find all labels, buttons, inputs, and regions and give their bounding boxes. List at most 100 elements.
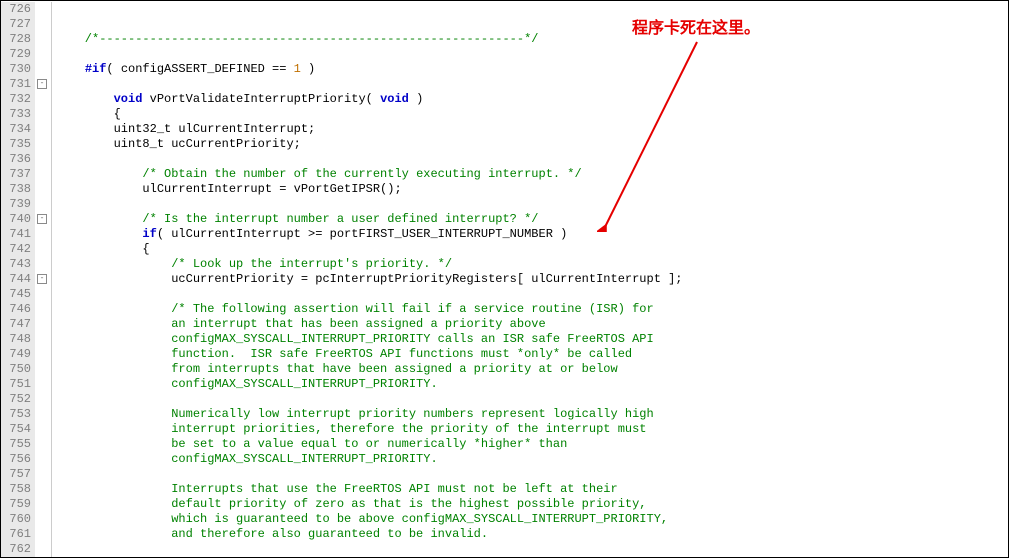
code-line[interactable]: Numerically low interrupt priority numbe… bbox=[56, 407, 1008, 422]
code-token: uint32_t ulCurrentInterrupt; bbox=[56, 122, 315, 136]
code-line[interactable]: ulCurrentInterrupt = vPortGetIPSR(); bbox=[56, 182, 1008, 197]
line-number: 742 bbox=[1, 242, 31, 257]
code-token: configMAX_SYSCALL_INTERRUPT_PRIORITY. bbox=[171, 452, 437, 466]
code-line[interactable] bbox=[56, 287, 1008, 302]
code-token: void bbox=[114, 92, 143, 106]
code-line[interactable] bbox=[56, 392, 1008, 407]
code-line[interactable]: /*--------------------------------------… bbox=[56, 32, 1008, 47]
line-number: 748 bbox=[1, 332, 31, 347]
line-number: 728 bbox=[1, 32, 31, 47]
code-line[interactable] bbox=[56, 152, 1008, 167]
line-number: 750 bbox=[1, 362, 31, 377]
line-number: 761 bbox=[1, 527, 31, 542]
code-token bbox=[56, 452, 171, 466]
code-token bbox=[56, 362, 171, 376]
fold-column[interactable]: - - - bbox=[35, 2, 52, 557]
code-line[interactable] bbox=[56, 467, 1008, 482]
code-token bbox=[56, 257, 171, 271]
code-line[interactable]: ucCurrentPriority = pcInterruptPriorityR… bbox=[56, 272, 1008, 287]
line-number: 741 bbox=[1, 227, 31, 242]
code-token: uint8_t ucCurrentPriority; bbox=[56, 137, 301, 151]
code-token bbox=[56, 527, 171, 541]
code-token: function. ISR safe FreeRTOS API function… bbox=[171, 347, 632, 361]
code-token: #if bbox=[85, 62, 107, 76]
code-line[interactable]: function. ISR safe FreeRTOS API function… bbox=[56, 347, 1008, 362]
code-line[interactable]: configMAX_SYSCALL_INTERRUPT_PRIORITY. bbox=[56, 452, 1008, 467]
code-token bbox=[56, 62, 85, 76]
code-token bbox=[56, 212, 142, 226]
code-token: /* Is the interrupt number a user define… bbox=[142, 212, 538, 226]
code-line[interactable]: { bbox=[56, 242, 1008, 257]
fold-toggle-icon[interactable]: - bbox=[37, 79, 47, 89]
line-number: 752 bbox=[1, 392, 31, 407]
code-token: ( configASSERT_DEFINED == bbox=[106, 62, 293, 76]
code-token: 1 bbox=[294, 62, 301, 76]
code-token bbox=[56, 92, 114, 106]
code-token: void bbox=[380, 92, 409, 106]
code-area[interactable]: /*--------------------------------------… bbox=[52, 2, 1008, 557]
code-line[interactable]: /* Is the interrupt number a user define… bbox=[56, 212, 1008, 227]
code-token: ucCurrentPriority = pcInterruptPriorityR… bbox=[56, 272, 683, 286]
fold-toggle-icon[interactable]: - bbox=[37, 214, 47, 224]
fold-toggle-icon[interactable]: - bbox=[37, 274, 47, 284]
code-token: interrupt priorities, therefore the prio… bbox=[171, 422, 646, 436]
code-token bbox=[56, 302, 171, 316]
code-token: { bbox=[56, 107, 121, 121]
code-line[interactable]: #if( configASSERT_DEFINED == 1 ) bbox=[56, 62, 1008, 77]
code-line[interactable]: /* Look up the interrupt's priority. */ bbox=[56, 257, 1008, 272]
line-number: 747 bbox=[1, 317, 31, 332]
line-number: 738 bbox=[1, 182, 31, 197]
code-line[interactable]: /* The following assertion will fail if … bbox=[56, 302, 1008, 317]
code-line[interactable]: if( ulCurrentInterrupt >= portFIRST_USER… bbox=[56, 227, 1008, 242]
code-line[interactable]: uint32_t ulCurrentInterrupt; bbox=[56, 122, 1008, 137]
line-number: 735 bbox=[1, 137, 31, 152]
code-token: default priority of zero as that is the … bbox=[171, 497, 646, 511]
line-number: 731 bbox=[1, 77, 31, 92]
code-line[interactable]: void vPortValidateInterruptPriority( voi… bbox=[56, 92, 1008, 107]
code-line[interactable] bbox=[56, 542, 1008, 557]
line-number: 745 bbox=[1, 287, 31, 302]
line-number: 762 bbox=[1, 542, 31, 557]
code-line[interactable]: configMAX_SYSCALL_INTERRUPT_PRIORITY cal… bbox=[56, 332, 1008, 347]
line-number: 744 bbox=[1, 272, 31, 287]
code-token: /* Obtain the number of the currently ex… bbox=[142, 167, 581, 181]
code-editor[interactable]: 7267277287297307317327337347357367377387… bbox=[0, 0, 1009, 558]
code-token: ( ulCurrentInterrupt >= portFIRST_USER_I… bbox=[157, 227, 567, 241]
line-number: 751 bbox=[1, 377, 31, 392]
line-number: 746 bbox=[1, 302, 31, 317]
line-number: 758 bbox=[1, 482, 31, 497]
code-line[interactable]: configMAX_SYSCALL_INTERRUPT_PRIORITY. bbox=[56, 377, 1008, 392]
code-token: and therefore also guaranteed to be inva… bbox=[171, 527, 488, 541]
line-number: 756 bbox=[1, 452, 31, 467]
line-number: 729 bbox=[1, 47, 31, 62]
code-line[interactable]: /* Obtain the number of the currently ex… bbox=[56, 167, 1008, 182]
code-token: ) bbox=[409, 92, 423, 106]
code-line[interactable]: an interrupt that has been assigned a pr… bbox=[56, 317, 1008, 332]
code-token bbox=[56, 422, 171, 436]
code-line[interactable]: { bbox=[56, 107, 1008, 122]
line-number: 749 bbox=[1, 347, 31, 362]
code-line[interactable]: be set to a value equal to or numericall… bbox=[56, 437, 1008, 452]
code-token: an interrupt that has been assigned a pr… bbox=[171, 317, 545, 331]
code-line[interactable]: default priority of zero as that is the … bbox=[56, 497, 1008, 512]
code-line[interactable]: interrupt priorities, therefore the prio… bbox=[56, 422, 1008, 437]
code-line[interactable] bbox=[56, 197, 1008, 212]
line-number: 754 bbox=[1, 422, 31, 437]
code-token bbox=[56, 407, 171, 421]
code-line[interactable]: and therefore also guaranteed to be inva… bbox=[56, 527, 1008, 542]
code-line[interactable]: from interrupts that have been assigned … bbox=[56, 362, 1008, 377]
code-token bbox=[56, 167, 142, 181]
code-token: { bbox=[56, 242, 150, 256]
code-token: ) bbox=[301, 62, 315, 76]
code-line[interactable] bbox=[56, 47, 1008, 62]
code-token: /* Look up the interrupt's priority. */ bbox=[171, 257, 452, 271]
code-line[interactable]: uint8_t ucCurrentPriority; bbox=[56, 137, 1008, 152]
code-token bbox=[56, 227, 142, 241]
code-line[interactable] bbox=[56, 77, 1008, 92]
line-number: 726 bbox=[1, 2, 31, 17]
code-token: Interrupts that use the FreeRTOS API mus… bbox=[171, 482, 617, 496]
code-token bbox=[56, 482, 171, 496]
code-line[interactable]: which is guaranteed to be above configMA… bbox=[56, 512, 1008, 527]
line-number: 727 bbox=[1, 17, 31, 32]
code-line[interactable]: Interrupts that use the FreeRTOS API mus… bbox=[56, 482, 1008, 497]
